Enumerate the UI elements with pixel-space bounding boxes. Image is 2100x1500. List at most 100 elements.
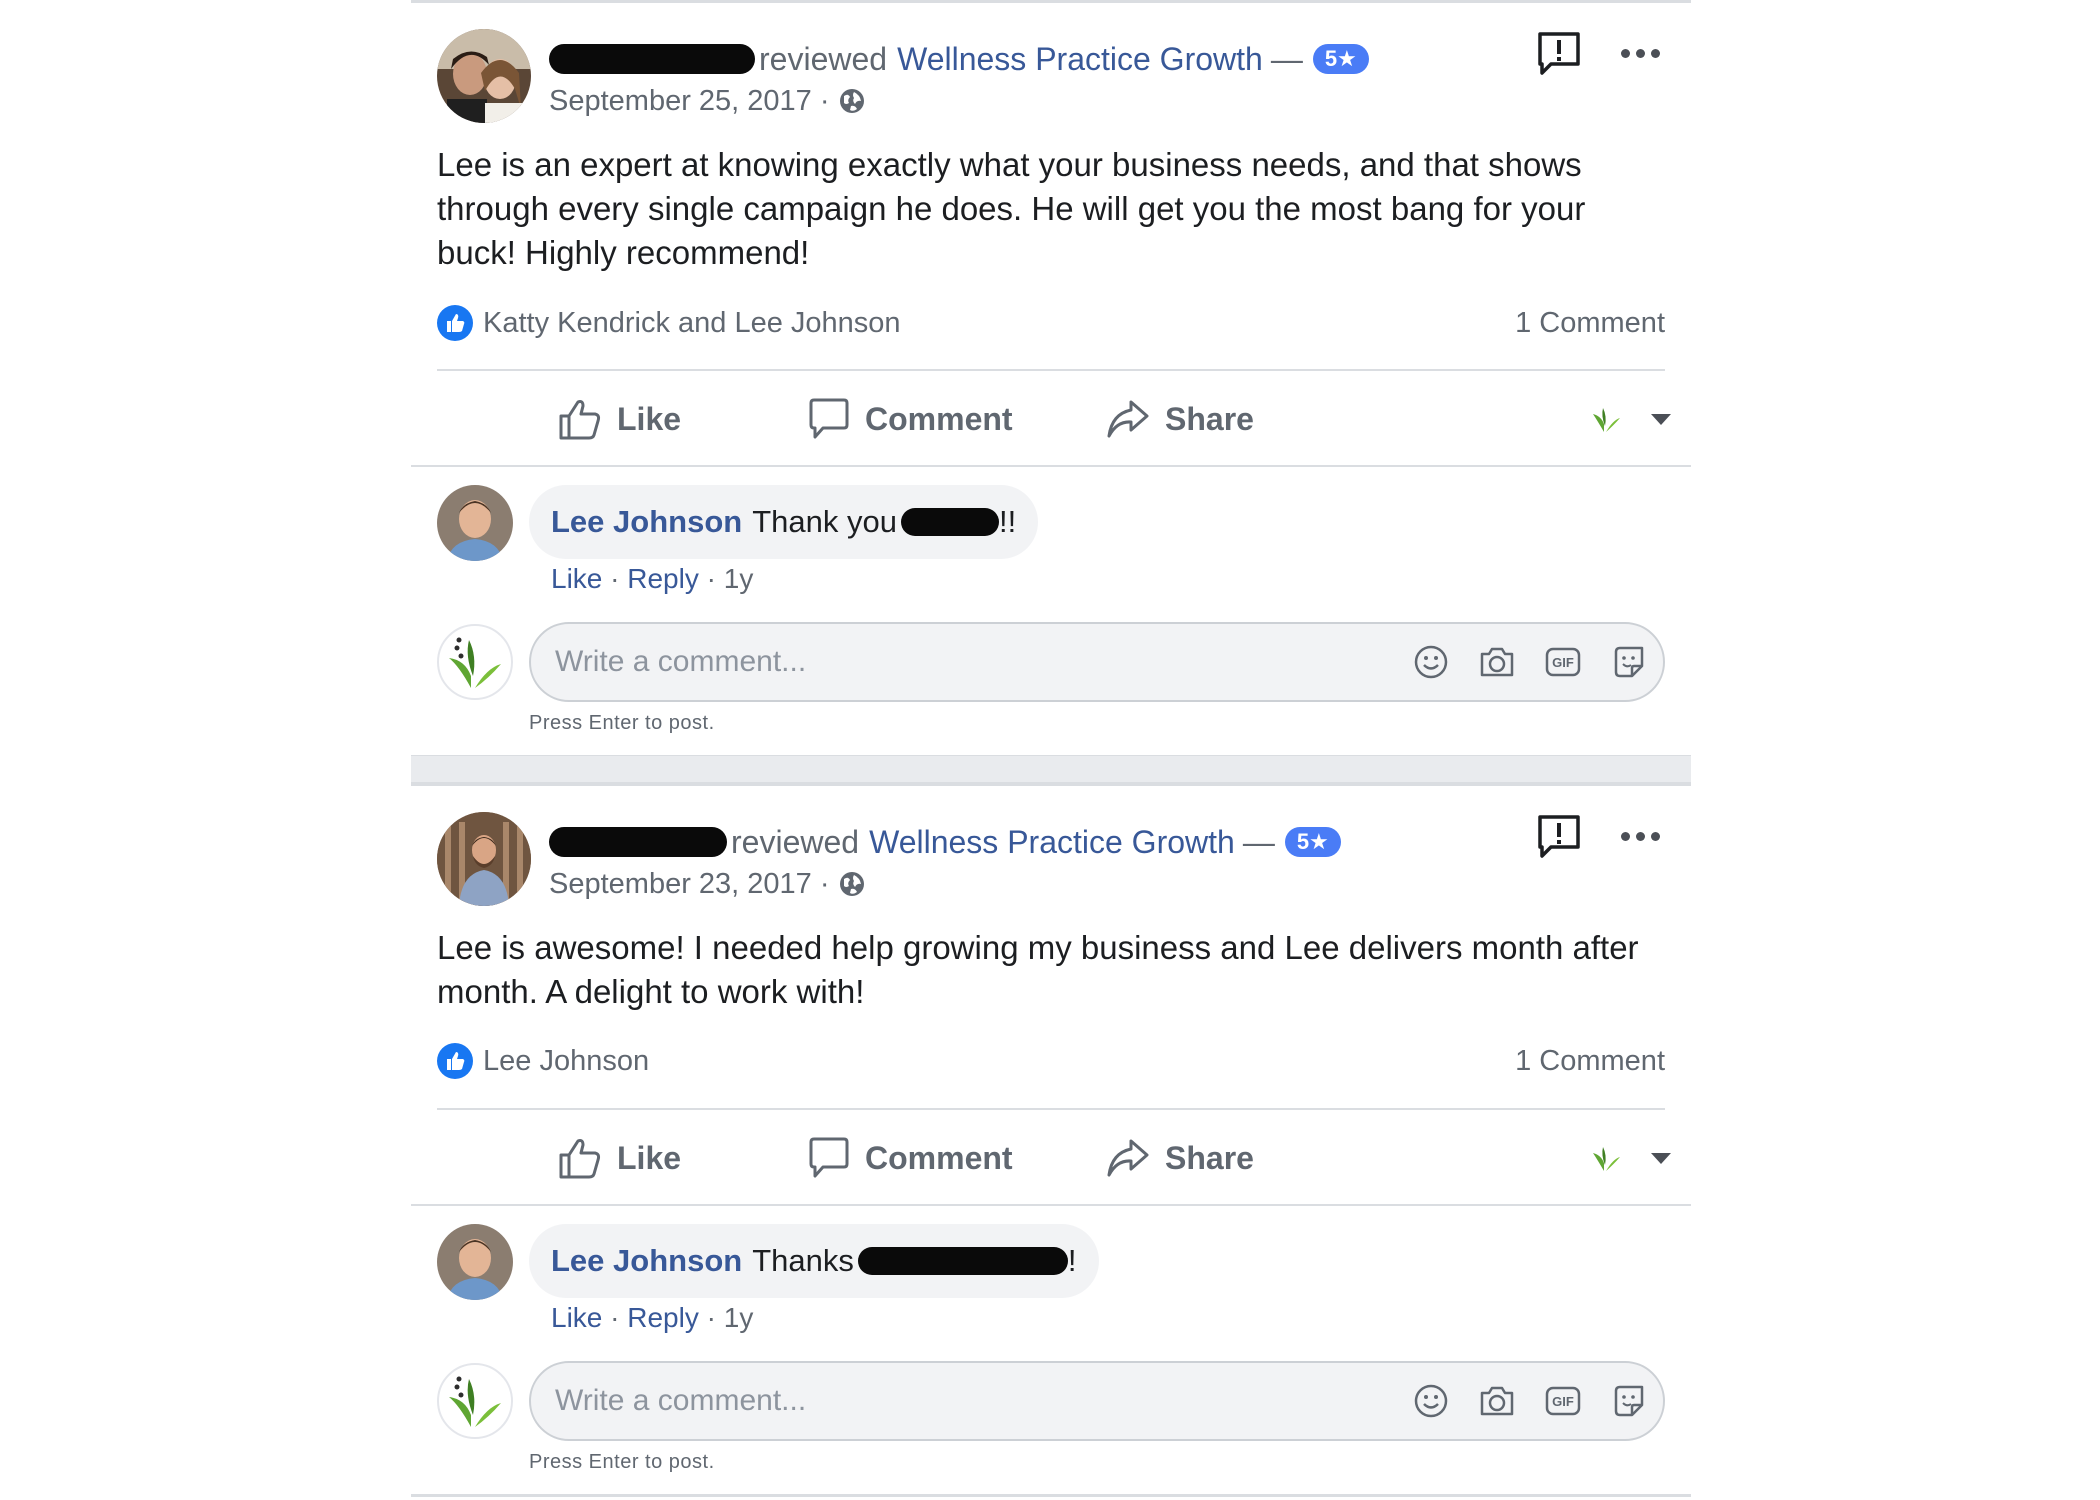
likers-names[interactable]: Katty Kendrick and Lee Johnson [483, 307, 901, 340]
reviewed-label: reviewed [759, 41, 888, 77]
likers-names[interactable]: Lee Johnson [483, 1045, 649, 1078]
page-logo-icon [449, 637, 501, 688]
comment-icon [809, 1137, 849, 1178]
feed-bottom-border [411, 1494, 1691, 1497]
comment-age[interactable]: 1y [724, 1302, 754, 1333]
comment-author-link[interactable]: Lee Johnson [551, 504, 742, 540]
divider [411, 465, 1691, 467]
action-bar: Like Comment Share [437, 369, 1671, 467]
emoji-icon[interactable] [1409, 1379, 1453, 1423]
comment-input[interactable]: Write a comment... GIF [529, 622, 1665, 702]
like-reaction-icon[interactable] [437, 1043, 473, 1079]
reviewer-avatar[interactable] [437, 812, 531, 906]
composer-tools: GIF [1409, 640, 1651, 684]
comment-text-end: ! [1067, 1243, 1077, 1278]
comment-composer: Write a comment... GIF Press Enter to po… [437, 1361, 1665, 1473]
thumbs-up-icon [559, 400, 601, 440]
gif-text: GIF [1552, 1394, 1574, 1409]
feed-separator [411, 755, 1691, 783]
redacted-reviewer-name [549, 827, 727, 857]
comment-meta: Like · Reply · 1y [551, 563, 753, 595]
share-button[interactable]: Share [1105, 1110, 1254, 1206]
comment-reply-link[interactable]: Reply [627, 563, 699, 594]
reviewer-avatar[interactable] [437, 29, 531, 123]
more-icon[interactable] [1615, 35, 1665, 71]
like-reaction-icon[interactable] [437, 305, 473, 341]
dash: — [1242, 824, 1275, 860]
camera-icon[interactable] [1475, 640, 1519, 684]
comment-text: Thanks [752, 1243, 854, 1278]
meta-separator: · [610, 1302, 620, 1333]
post-date-row: September 23, 2017 · [549, 866, 866, 902]
commenter-avatar[interactable] [437, 485, 513, 561]
page-selector[interactable] [1589, 1110, 1671, 1206]
rating-badge: 5★ [1312, 44, 1369, 74]
composer-tools: GIF [1409, 1379, 1651, 1423]
sticker-icon[interactable] [1607, 1379, 1651, 1423]
dash: — [1270, 41, 1303, 77]
globe-icon [838, 87, 866, 115]
page-name-link[interactable]: Wellness Practice Growth [869, 822, 1235, 862]
commenter-avatar[interactable] [437, 1224, 513, 1300]
comment-placeholder: Write a comment... [555, 645, 807, 678]
comment-button[interactable]: Comment [807, 1110, 1013, 1206]
page-name-link[interactable]: Wellness Practice Growth [897, 39, 1263, 79]
comment-like-link[interactable]: Like [551, 563, 602, 594]
share-label: Share [1165, 1139, 1254, 1176]
gif-icon[interactable]: GIF [1541, 1379, 1585, 1423]
like-button[interactable]: Like [557, 371, 681, 467]
press-enter-hint: Press Enter to post. [529, 1451, 715, 1473]
review-text: Lee is an expert at knowing exactly what… [437, 146, 1586, 271]
comment-count[interactable]: 1 Comment [1515, 307, 1665, 340]
camera-icon[interactable] [1475, 1379, 1519, 1423]
share-icon [1107, 400, 1149, 438]
emoji-icon[interactable] [1409, 640, 1453, 684]
review-text: Lee is awesome! I needed help growing my… [437, 929, 1639, 1010]
comment-composer: Write a comment... GIF Press Enter to po… [437, 622, 1665, 734]
like-label: Like [617, 1139, 682, 1176]
redacted-reviewer-name [549, 44, 755, 74]
reactions-row: Lee Johnson 1 Comment [437, 1039, 1665, 1083]
comment-label: Comment [865, 400, 1013, 437]
rating-badge: 5★ [1284, 827, 1341, 857]
share-label: Share [1165, 400, 1254, 437]
like-button[interactable]: Like [557, 1110, 681, 1206]
meta-separator: · [706, 563, 716, 594]
post-date-row: September 25, 2017 · [549, 83, 866, 119]
more-icon[interactable] [1615, 818, 1665, 854]
review-header: reviewed Wellness Practice Growth — 5★ S… [437, 812, 1665, 912]
comment-icon [809, 398, 849, 439]
gif-icon[interactable]: GIF [1541, 640, 1585, 684]
chevron-down-icon [1651, 413, 1671, 425]
review-card: reviewed Wellness Practice Growth — 5★ S… [411, 783, 1691, 1500]
share-button[interactable]: Share [1105, 371, 1254, 467]
comment-input[interactable]: Write a comment... GIF [529, 1361, 1665, 1441]
post-date[interactable]: September 23, 2017 · [549, 866, 830, 902]
page-logo-icon [449, 1376, 501, 1427]
comment-count[interactable]: 1 Comment [1515, 1045, 1665, 1078]
comment-bubble: Lee Johnson Thanks ! [529, 1224, 1099, 1298]
share-icon [1107, 1139, 1149, 1177]
report-icon[interactable] [1535, 29, 1583, 77]
reactions-row: Katty Kendrick and Lee Johnson 1 Comment [437, 301, 1665, 345]
page-selector[interactable] [1589, 371, 1671, 467]
press-enter-hint: Press Enter to post. [529, 712, 715, 734]
page-avatar [437, 624, 513, 700]
comment-label: Comment [865, 1139, 1013, 1176]
meta-separator: · [610, 563, 620, 594]
comment-meta: Like · Reply · 1y [551, 1302, 753, 1334]
sticker-icon[interactable] [1607, 640, 1651, 684]
comment-reply-link[interactable]: Reply [627, 1302, 699, 1333]
page-logo-icon [1593, 408, 1620, 432]
comment-like-link[interactable]: Like [551, 1302, 602, 1333]
report-icon[interactable] [1535, 812, 1583, 860]
post-date[interactable]: September 25, 2017 · [549, 83, 830, 119]
comment-button[interactable]: Comment [807, 371, 1013, 467]
comment-age[interactable]: 1y [724, 563, 754, 594]
comment-placeholder: Write a comment... [555, 1384, 807, 1417]
thumbs-up-icon [559, 1139, 601, 1179]
gif-text: GIF [1552, 655, 1574, 670]
comment-author-link[interactable]: Lee Johnson [551, 1243, 742, 1279]
page-avatar [437, 1363, 513, 1439]
globe-icon [838, 870, 866, 898]
